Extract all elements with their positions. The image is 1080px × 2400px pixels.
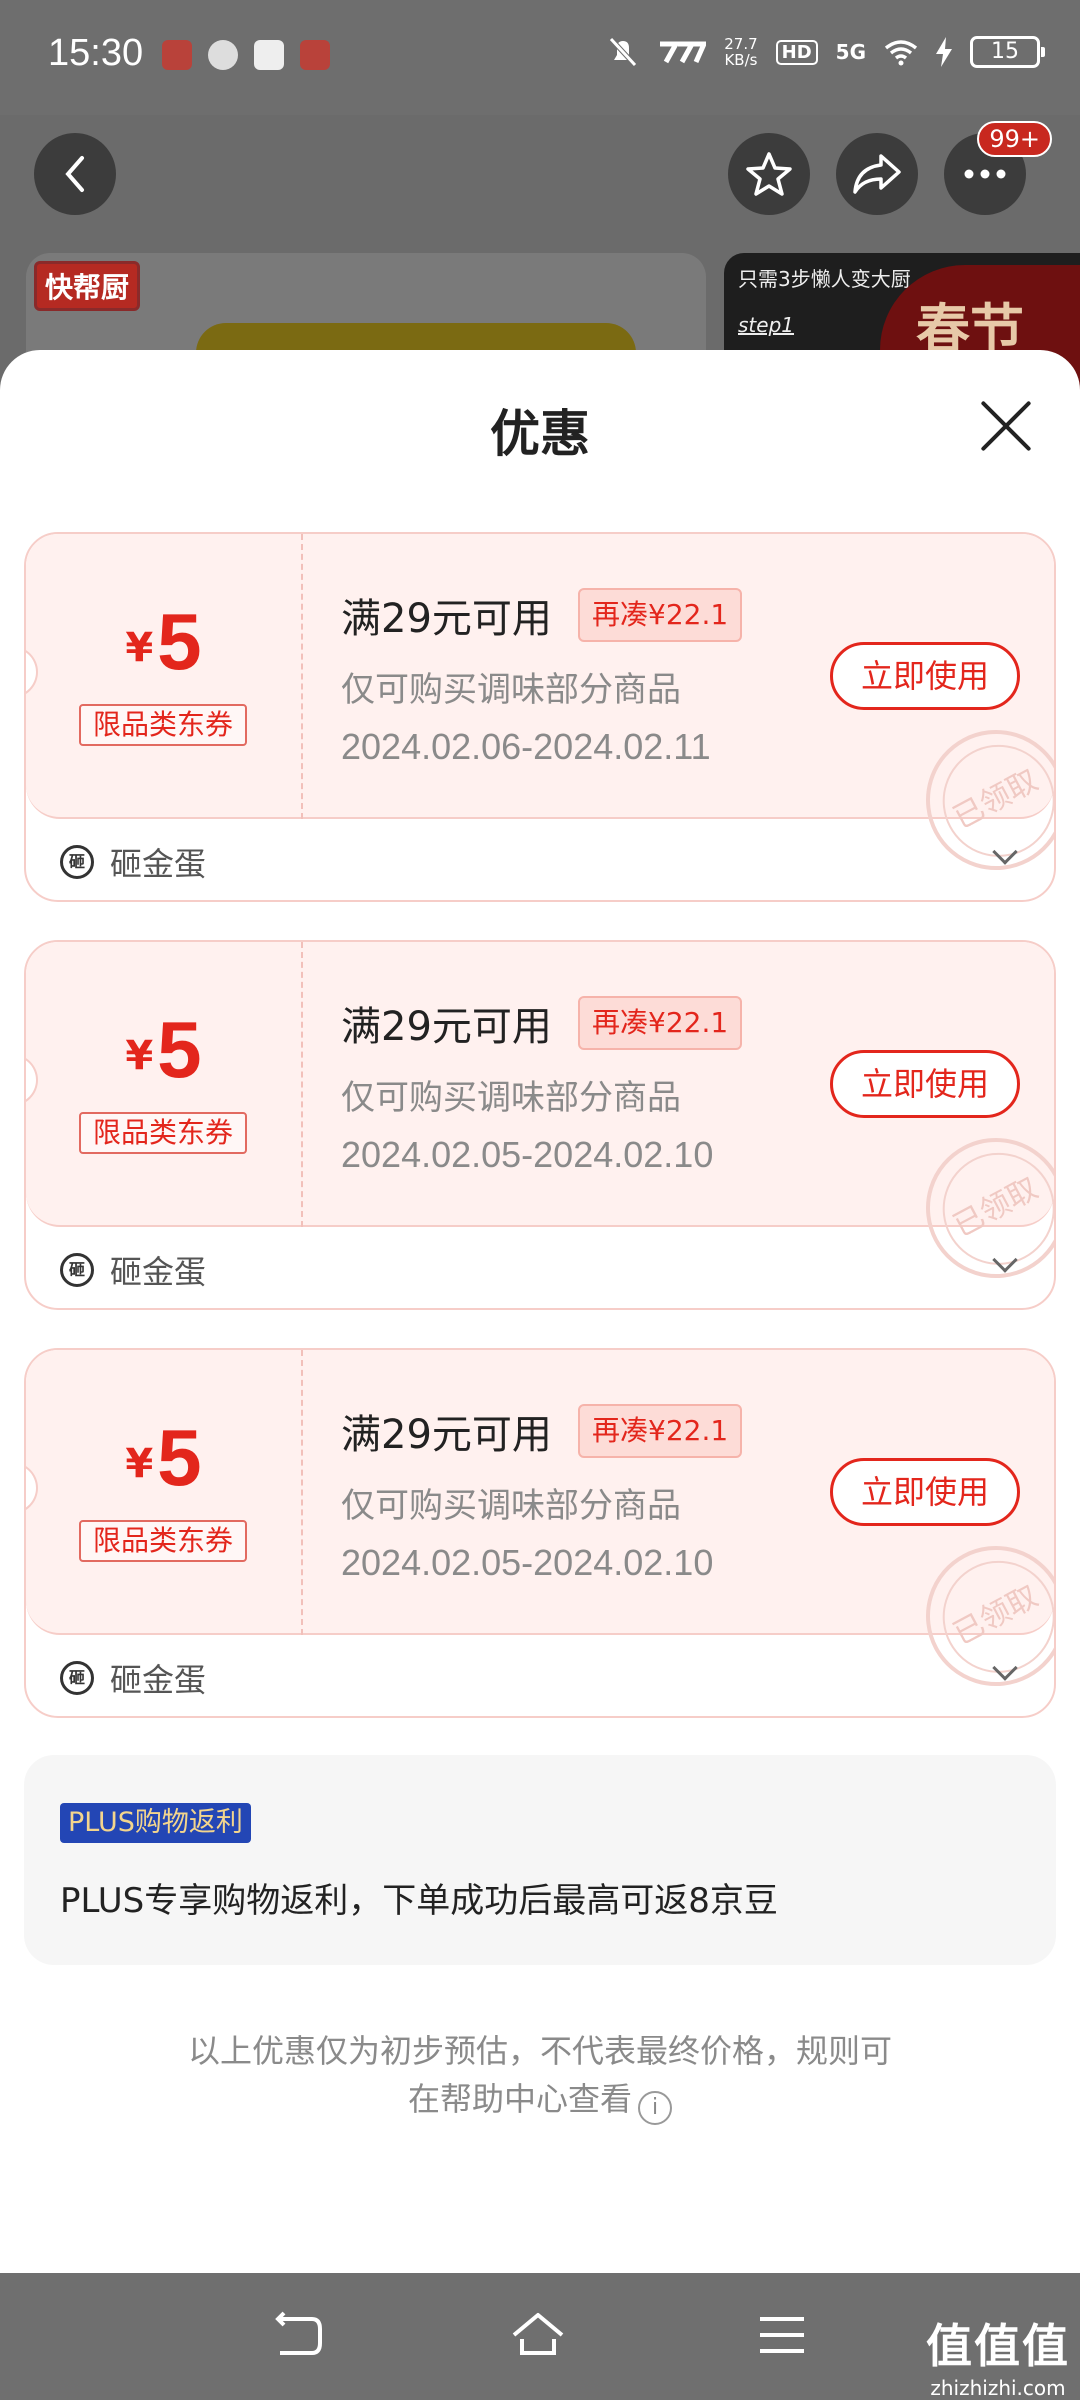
coupon-dates: 2024.02.06-2024.02.11 bbox=[341, 726, 711, 767]
coupon-amount: ¥5 bbox=[26, 1004, 301, 1096]
promo-side-step: step1 bbox=[738, 313, 794, 337]
coupon-source-row[interactable]: 砸 砸金蛋 bbox=[26, 821, 1054, 900]
wifi-icon bbox=[884, 40, 918, 66]
status-time: 15:30 bbox=[48, 32, 144, 74]
coupon-scope: 仅可购买调味部分商品 bbox=[341, 1486, 681, 1526]
sheet-title: 优惠 bbox=[490, 405, 590, 463]
coupon-amount: ¥5 bbox=[26, 1412, 301, 1504]
coupon-category-tag: 限品类东券 bbox=[79, 704, 247, 746]
menu-nav-icon[interactable] bbox=[752, 2305, 812, 2365]
back-button[interactable] bbox=[34, 133, 116, 215]
coupon-source-label: 砸金蛋 bbox=[110, 845, 207, 883]
app-notification-icon-2 bbox=[300, 40, 330, 70]
plus-tag: PLUS购物返利 bbox=[60, 1803, 251, 1843]
watermark-logo: 值值值 bbox=[926, 2319, 1070, 2373]
coupon-amount: ¥5 bbox=[26, 596, 301, 688]
coupon-source-label: 砸金蛋 bbox=[110, 1253, 207, 1291]
hd-indicator: HD bbox=[775, 39, 818, 65]
coupon-scope: 仅可购买调味部分商品 bbox=[341, 1078, 681, 1118]
promo-side-text: 只需3步懒人变大厨 bbox=[738, 267, 911, 291]
wechat-icon bbox=[208, 40, 238, 70]
favorite-button[interactable] bbox=[728, 133, 810, 215]
system-nav-bar bbox=[0, 2273, 1080, 2400]
coupon-source-row[interactable]: 砸 砸金蛋 bbox=[26, 1229, 1054, 1308]
coupon-main: ¥5 限品类东券 满29元可用 再凑¥22.1 仅可购买调味部分商品 2024.… bbox=[26, 942, 1054, 1303]
star-icon bbox=[746, 152, 792, 196]
coupon-source-row[interactable]: 砸 砸金蛋 bbox=[26, 1637, 1054, 1716]
coupon-card: ¥5 限品类东券 满29元可用 再凑¥22.1 仅可购买调味部分商品 2024.… bbox=[24, 940, 1056, 1310]
charging-icon bbox=[936, 37, 952, 67]
info-icon[interactable]: i bbox=[638, 2091, 672, 2125]
use-now-button[interactable]: 立即使用 bbox=[830, 1458, 1020, 1526]
coupon-divider bbox=[301, 1350, 303, 1635]
coupon-category-tag: 限品类东券 bbox=[79, 1112, 247, 1154]
network-speed: 27.7 KB/s bbox=[724, 36, 757, 68]
more-dots-icon bbox=[964, 169, 1006, 179]
disclaimer-line-2-row: 在帮助中心查看 i bbox=[120, 2075, 960, 2125]
coupon-more-needed: 再凑¥22.1 bbox=[578, 996, 743, 1050]
use-now-button[interactable]: 立即使用 bbox=[830, 642, 1020, 710]
more-button[interactable]: 99+ bbox=[944, 121, 1052, 215]
mute-bell-icon bbox=[609, 37, 638, 67]
coupon-currency: ¥ bbox=[125, 1033, 154, 1079]
coupon-condition: 满29元可用 bbox=[341, 1412, 552, 1458]
ticket-icon: 砸 bbox=[60, 1253, 94, 1287]
close-icon[interactable] bbox=[978, 398, 1034, 454]
use-now-button[interactable]: 立即使用 bbox=[830, 1050, 1020, 1118]
disclaimer: 以上优惠仅为初步预估，不代表最终价格，规则可 在帮助中心查看 i bbox=[120, 2027, 960, 2125]
coupon-divider bbox=[301, 534, 303, 819]
signal-5g-label: 5G bbox=[835, 40, 866, 64]
coupon-currency: ¥ bbox=[125, 625, 154, 671]
battery-level: 15 bbox=[970, 36, 1045, 68]
coupon-card: ¥5 限品类东券 满29元可用 再凑¥22.1 仅可购买调味部分商品 2024.… bbox=[24, 1348, 1056, 1718]
coupon-value: 5 bbox=[157, 1413, 202, 1502]
coupon-more-needed: 再凑¥22.1 bbox=[578, 588, 743, 642]
ticket-icon: 砸 bbox=[60, 1661, 94, 1695]
coupon-more-needed: 再凑¥22.1 bbox=[578, 1404, 743, 1458]
disclaimer-line-1: 以上优惠仅为初步预估，不代表最终价格，规则可 bbox=[187, 2032, 892, 2070]
coupon-card: ¥5 限品类东券 满29元可用 再凑¥22.1 仅可购买调味部分商品 2024.… bbox=[24, 532, 1056, 902]
coupon-dates: 2024.02.05-2024.02.10 bbox=[341, 1542, 714, 1583]
plus-rebate-box: PLUS购物返利 PLUS专享购物返利，下单成功后最高可返8京豆 bbox=[24, 1755, 1056, 1965]
coupon-value: 5 bbox=[157, 1005, 202, 1094]
watermark: 值值值 zhizhizhi.com bbox=[926, 2310, 1070, 2400]
coupon-category-tag: 限品类东券 bbox=[79, 1520, 247, 1562]
status-bar: 15:30 27.7 KB/s HD 5G 15 bbox=[0, 0, 1080, 115]
coupon-condition: 满29元可用 bbox=[341, 596, 552, 642]
share-button[interactable] bbox=[836, 133, 918, 215]
plus-rebate-text: PLUS专享购物返利，下单成功后最高可返8京豆 bbox=[60, 1881, 778, 1921]
coupon-main: ¥5 限品类东券 满29元可用 再凑¥22.1 仅可购买调味部分商品 2024.… bbox=[26, 534, 1054, 895]
chevron-down-icon[interactable] bbox=[992, 839, 1018, 865]
network-speed-unit: KB/s bbox=[724, 51, 758, 69]
coupon-main: ¥5 限品类东券 满29元可用 再凑¥22.1 仅可购买调味部分商品 2024.… bbox=[26, 1350, 1054, 1711]
coupon-value: 5 bbox=[157, 597, 202, 686]
disclaimer-line-2[interactable]: 在帮助中心查看 bbox=[408, 2080, 632, 2118]
ticket-icon: 砸 bbox=[60, 845, 94, 879]
watermark-site: zhizhizhi.com bbox=[930, 2376, 1066, 2400]
home-nav-icon[interactable] bbox=[508, 2305, 568, 2365]
chevron-left-icon bbox=[65, 156, 84, 192]
coupon-dates: 2024.02.05-2024.02.10 bbox=[341, 1134, 714, 1175]
product-top-nav: 99+ bbox=[0, 115, 1080, 235]
back-nav-icon[interactable] bbox=[270, 2305, 330, 2365]
calendar-icon bbox=[254, 40, 284, 70]
chevron-down-icon[interactable] bbox=[992, 1655, 1018, 1681]
network-speed-value: 27.7 bbox=[724, 35, 758, 53]
app-notification-icon bbox=[162, 40, 192, 70]
coupon-currency: ¥ bbox=[125, 1441, 154, 1487]
more-badge: 99+ bbox=[977, 121, 1052, 157]
coupon-condition: 满29元可用 bbox=[341, 1004, 552, 1050]
coupon-scope: 仅可购买调味部分商品 bbox=[341, 670, 681, 710]
carrier-icon bbox=[660, 41, 707, 64]
brand-tag: 快帮厨 bbox=[34, 261, 141, 311]
chevron-down-icon[interactable] bbox=[992, 1247, 1018, 1273]
system-icons: 27.7 KB/s HD 5G 15 bbox=[608, 36, 1045, 68]
discount-sheet: 优惠 ¥5 限品类东券 满29元可用 再凑¥22.1 仅可购买调味部分商品 20… bbox=[0, 350, 1080, 2273]
coupon-source-label: 砸金蛋 bbox=[110, 1661, 207, 1699]
share-icon bbox=[853, 154, 901, 194]
notification-icons bbox=[162, 40, 330, 70]
coupon-divider bbox=[301, 942, 303, 1227]
